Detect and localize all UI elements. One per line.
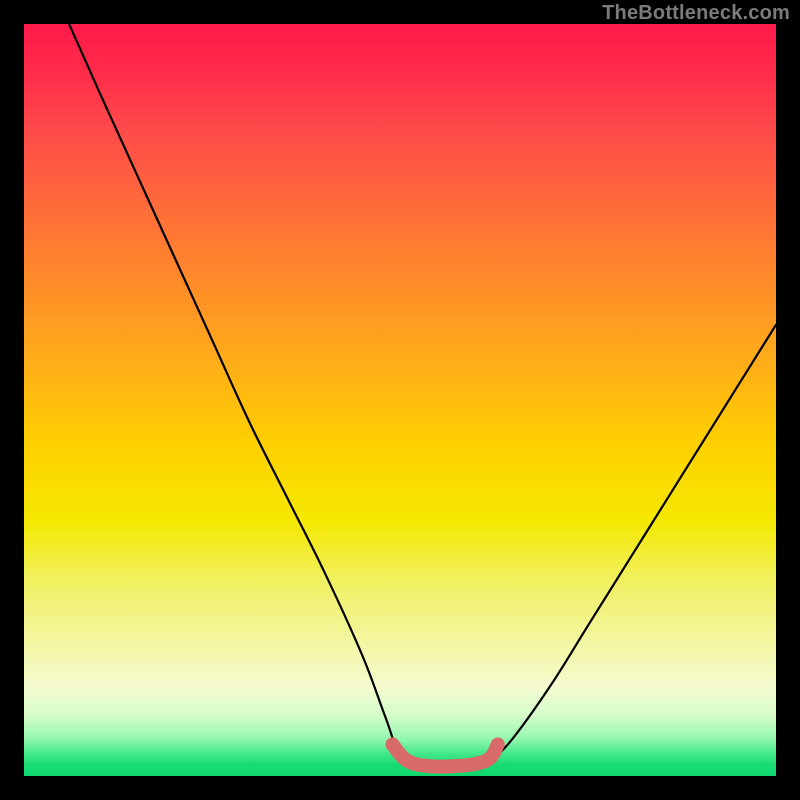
chart-frame: TheBottleneck.com — [0, 0, 800, 800]
curve-layer — [24, 24, 776, 776]
flat-bump — [392, 744, 497, 766]
plot-area — [24, 24, 776, 776]
bottleneck-curve — [69, 24, 776, 770]
watermark-text: TheBottleneck.com — [602, 2, 790, 25]
